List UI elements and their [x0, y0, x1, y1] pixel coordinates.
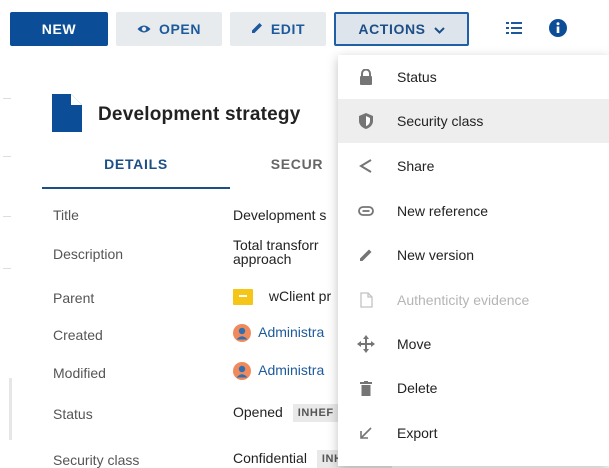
- share-icon: [356, 156, 376, 176]
- menu-item-label: Authenticity evidence: [397, 292, 530, 308]
- status-badge: INHEF: [292, 404, 339, 423]
- menu-item-label: Export: [397, 425, 438, 441]
- page-title: Development strategy: [98, 104, 301, 125]
- export-arrow-icon: [356, 423, 376, 443]
- document-icon: [52, 93, 82, 137]
- open-button-label: OPEN: [158, 21, 202, 37]
- security-class-text: Confidential: [233, 450, 307, 466]
- avatar: [233, 362, 251, 381]
- tab-label: SECUR: [270, 156, 324, 172]
- edit-button-label: EDIT: [270, 21, 306, 37]
- parent-label: Parent: [53, 290, 95, 306]
- link-icon: [356, 201, 376, 221]
- eye-icon: [137, 21, 151, 37]
- created-user-link[interactable]: Administra: [258, 324, 324, 340]
- menu-item-security-class[interactable]: Security class: [338, 99, 609, 143]
- parent-link[interactable]: wClient pr: [269, 288, 331, 304]
- move-icon: [356, 334, 376, 354]
- description-value: Total transforr approach: [233, 238, 319, 266]
- description-line: Total transforr: [233, 237, 319, 253]
- open-button[interactable]: OPEN: [116, 12, 222, 46]
- menu-item-move[interactable]: Move: [338, 322, 609, 366]
- divider: [3, 156, 11, 157]
- chevron-down-icon: [433, 21, 445, 37]
- divider: [3, 268, 11, 269]
- avatar: [233, 324, 251, 343]
- menu-item-new-reference[interactable]: New reference: [338, 189, 609, 233]
- tab-label: DETAILS: [104, 156, 168, 172]
- parent-value[interactable]: wClient pr: [233, 288, 331, 306]
- created-label: Created: [53, 327, 103, 343]
- created-value[interactable]: Administra: [233, 324, 324, 343]
- status-text: Opened: [233, 404, 283, 420]
- menu-item-label: New reference: [397, 203, 489, 219]
- menu-item-label: Move: [397, 336, 432, 352]
- title-value: Development s: [233, 207, 327, 223]
- menu-item-status[interactable]: Status: [338, 55, 609, 99]
- new-button-label: NEW: [41, 21, 77, 37]
- menu-item-label: Share: [397, 158, 435, 174]
- menu-item-label: Status: [397, 69, 437, 85]
- description-line: approach: [233, 251, 292, 267]
- menu-item-label: Delete: [397, 380, 438, 396]
- list-view-icon[interactable]: [504, 18, 524, 38]
- menu-item-authenticity-evidence: Authenticity evidence: [338, 278, 609, 322]
- divider: [3, 216, 11, 217]
- scrollbar[interactable]: [9, 378, 12, 440]
- divider: [3, 98, 11, 99]
- menu-item-export[interactable]: Export: [338, 411, 609, 455]
- actions-button-label: ACTIONS: [358, 21, 426, 37]
- toolbar: NEW OPEN EDIT ACTIONS: [0, 0, 609, 60]
- menu-item-label: New version: [397, 247, 475, 263]
- modified-value[interactable]: Administra: [233, 362, 324, 381]
- status-label: Status: [53, 406, 93, 422]
- actions-button[interactable]: ACTIONS: [334, 12, 469, 46]
- folder-icon: [233, 289, 253, 306]
- modified-label: Modified: [53, 365, 106, 381]
- info-icon[interactable]: [548, 18, 568, 38]
- description-label: Description: [53, 246, 124, 262]
- document-header: Development strategy: [52, 92, 301, 138]
- menu-item-share[interactable]: Share: [338, 144, 609, 188]
- pencil-icon: [356, 245, 376, 265]
- new-button[interactable]: NEW: [10, 12, 108, 46]
- modified-user-link[interactable]: Administra: [258, 362, 324, 378]
- title-label: Title: [53, 207, 79, 223]
- menu-item-label: Security class: [397, 113, 484, 129]
- edit-button[interactable]: EDIT: [230, 12, 326, 46]
- left-panel-edge: [0, 60, 14, 466]
- tab-bar: DETAILS SECUR: [42, 141, 342, 189]
- lock-icon: [356, 67, 376, 87]
- shield-icon: [356, 111, 376, 131]
- pencil-icon: [251, 21, 263, 37]
- tab-details[interactable]: DETAILS: [42, 141, 230, 189]
- menu-item-delete[interactable]: Delete: [338, 366, 609, 410]
- menu-item-new-version[interactable]: New version: [338, 233, 609, 277]
- document-icon: [356, 290, 376, 310]
- status-value: Opened INHEF: [233, 404, 339, 423]
- trash-icon: [356, 378, 376, 398]
- actions-menu: Status Security class Share New referenc…: [338, 55, 609, 466]
